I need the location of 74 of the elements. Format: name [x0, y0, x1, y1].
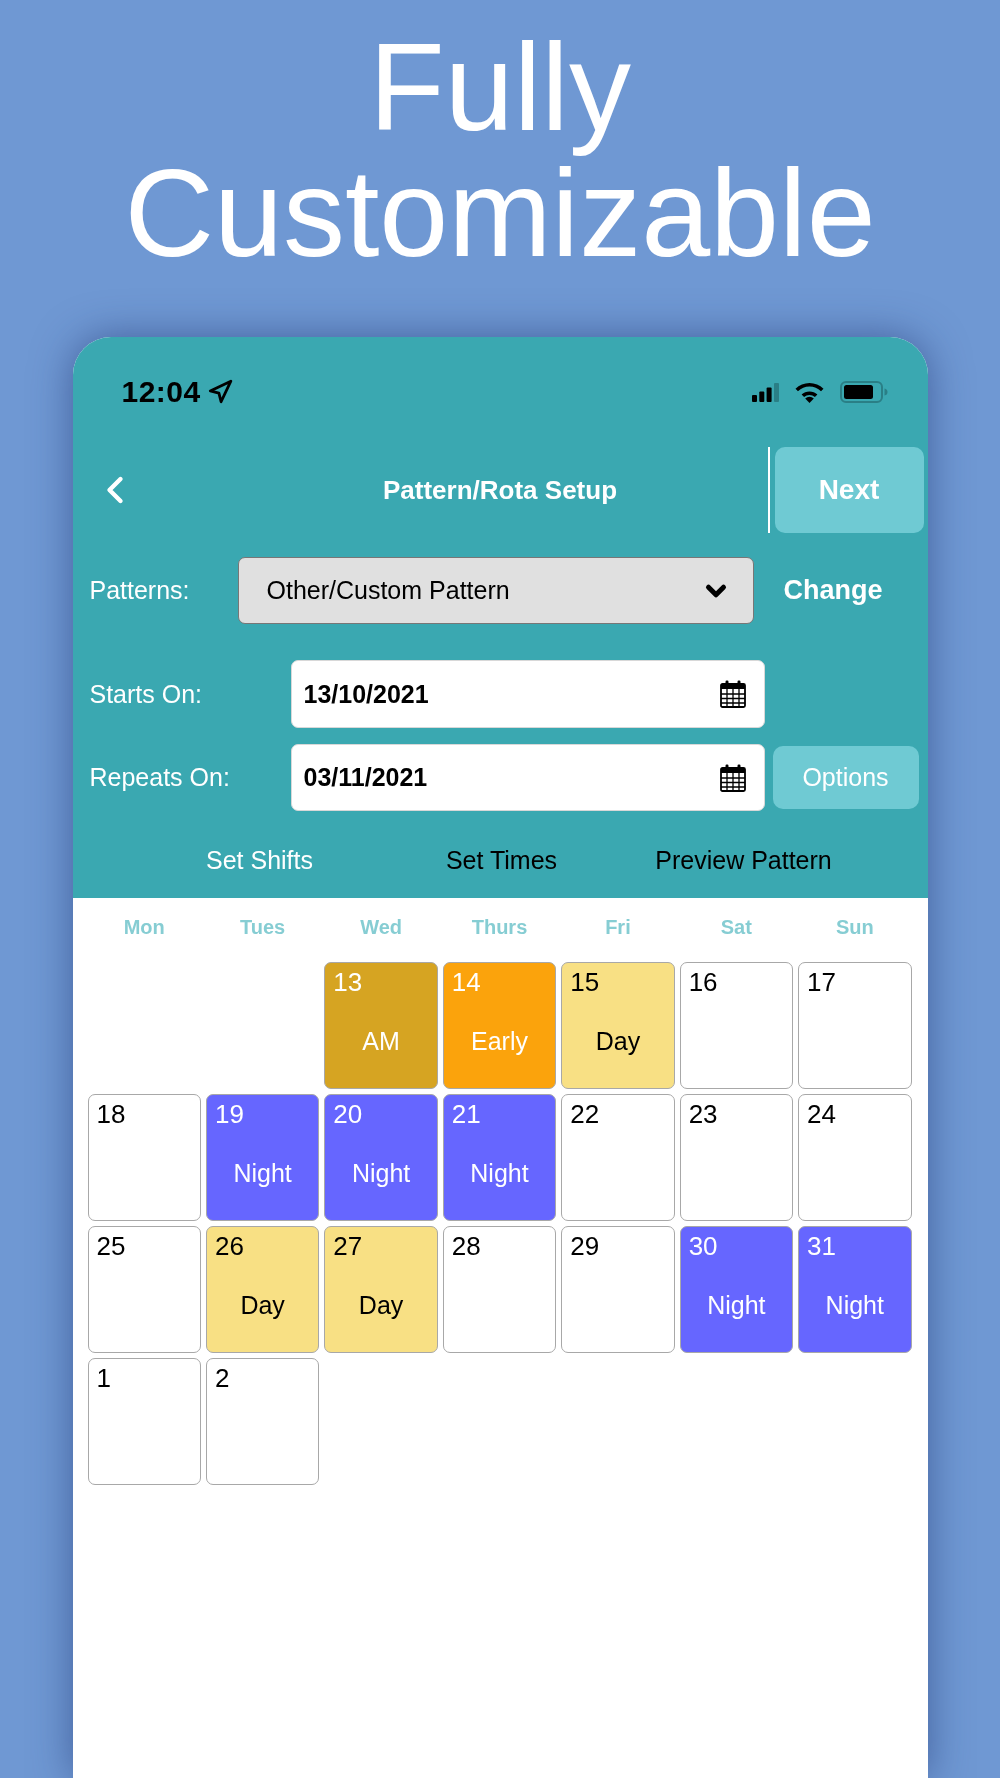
shift-cell[interactable]: 30 Night [679, 1226, 794, 1353]
weekday-label: Sat [719, 915, 753, 939]
day-number: 24 [807, 1099, 836, 1129]
shift-label: Day [240, 1290, 285, 1321]
weekday-label: Wed [359, 915, 403, 939]
day-number: 29 [570, 1231, 600, 1261]
day-number: 14 [451, 967, 481, 997]
day-number: 30 [688, 1231, 718, 1261]
calendar-icon [719, 680, 746, 708]
day-cell[interactable]: 17 [798, 962, 912, 1089]
shift-cell[interactable]: 19 Night [205, 1094, 320, 1221]
signal-icon [751, 382, 779, 402]
shift-cell[interactable]: 27 Day [324, 1226, 438, 1353]
battery-icon [839, 381, 888, 403]
shift-cell[interactable]: 31 Night [798, 1226, 912, 1353]
day-number: 26 [214, 1231, 244, 1261]
day-number: 1 [96, 1363, 111, 1393]
day-number: 25 [96, 1231, 126, 1261]
day-number: 13 [333, 967, 363, 997]
wifi-icon [794, 381, 824, 403]
shift-label: Early [471, 1026, 528, 1057]
day-cell[interactable]: 18 [87, 1094, 201, 1221]
shift-cell[interactable]: 21 Night [442, 1094, 557, 1221]
headline: Fully Customizable [123, 24, 877, 276]
field-label: Patterns: [89, 576, 191, 605]
tab[interactable]: Preview Pattern [626, 833, 861, 887]
day-number: 18 [96, 1099, 126, 1129]
weekday-label: Thurs [470, 915, 529, 939]
shift-label: Night [351, 1158, 411, 1189]
day-cell[interactable]: 16 [679, 962, 794, 1089]
shift-cell[interactable]: 26 Day [205, 1226, 320, 1353]
day-number: 16 [688, 967, 718, 997]
shift-label: AM [362, 1026, 400, 1057]
day-number: 21 [451, 1099, 481, 1129]
day-cell[interactable]: 2 [205, 1358, 320, 1485]
screen-title: Pattern/Rota Setup [383, 474, 617, 506]
day-cell[interactable]: 29 [561, 1226, 675, 1353]
day-cell[interactable]: 28 [442, 1226, 557, 1353]
shift-label: Day [595, 1026, 641, 1057]
weekday-label: Tues [239, 915, 287, 939]
day-number: 20 [333, 1099, 363, 1129]
shift-cell[interactable]: 15 Day [561, 962, 675, 1089]
pattern-dropdown[interactable]: Other/Custom Pattern [237, 557, 754, 624]
day-number: 19 [214, 1099, 244, 1129]
shift-cell[interactable]: 20 Night [324, 1094, 438, 1221]
day-number: 23 [688, 1099, 718, 1129]
day-cell[interactable]: 24 [798, 1094, 912, 1221]
tab[interactable]: Set Times [384, 833, 619, 887]
shift-label: Night [233, 1158, 292, 1189]
shift-label: Day [358, 1290, 404, 1321]
day-number: 22 [570, 1099, 600, 1129]
day-cell[interactable]: 1 [87, 1358, 201, 1485]
date-field[interactable]: 03/11/2021 [290, 744, 765, 811]
weekday-label: Mon [122, 915, 166, 939]
day-number: 15 [570, 967, 600, 997]
shift-label: Night [825, 1290, 884, 1321]
weekday-label: Fri [604, 915, 632, 939]
date-field[interactable]: 13/10/2021 [290, 660, 765, 728]
day-number: 31 [807, 1231, 836, 1261]
day-cell[interactable]: 22 [561, 1094, 675, 1221]
day-number: 17 [807, 967, 836, 997]
day-number: 2 [214, 1363, 230, 1393]
shift-label: Night [470, 1158, 529, 1189]
day-number: 27 [333, 1231, 363, 1261]
location-arrow-icon [206, 379, 233, 405]
field-label: Repeats On: [89, 763, 231, 792]
day-number: 28 [451, 1231, 481, 1261]
field-label: Starts On: [89, 679, 204, 709]
calendar-icon [719, 763, 746, 792]
day-cell[interactable]: 23 [679, 1094, 794, 1221]
day-cell[interactable]: 25 [87, 1226, 201, 1353]
weekday-label: Sun [834, 915, 875, 939]
status-time: 12:04 [121, 375, 201, 409]
shift-label: Night [707, 1290, 766, 1321]
